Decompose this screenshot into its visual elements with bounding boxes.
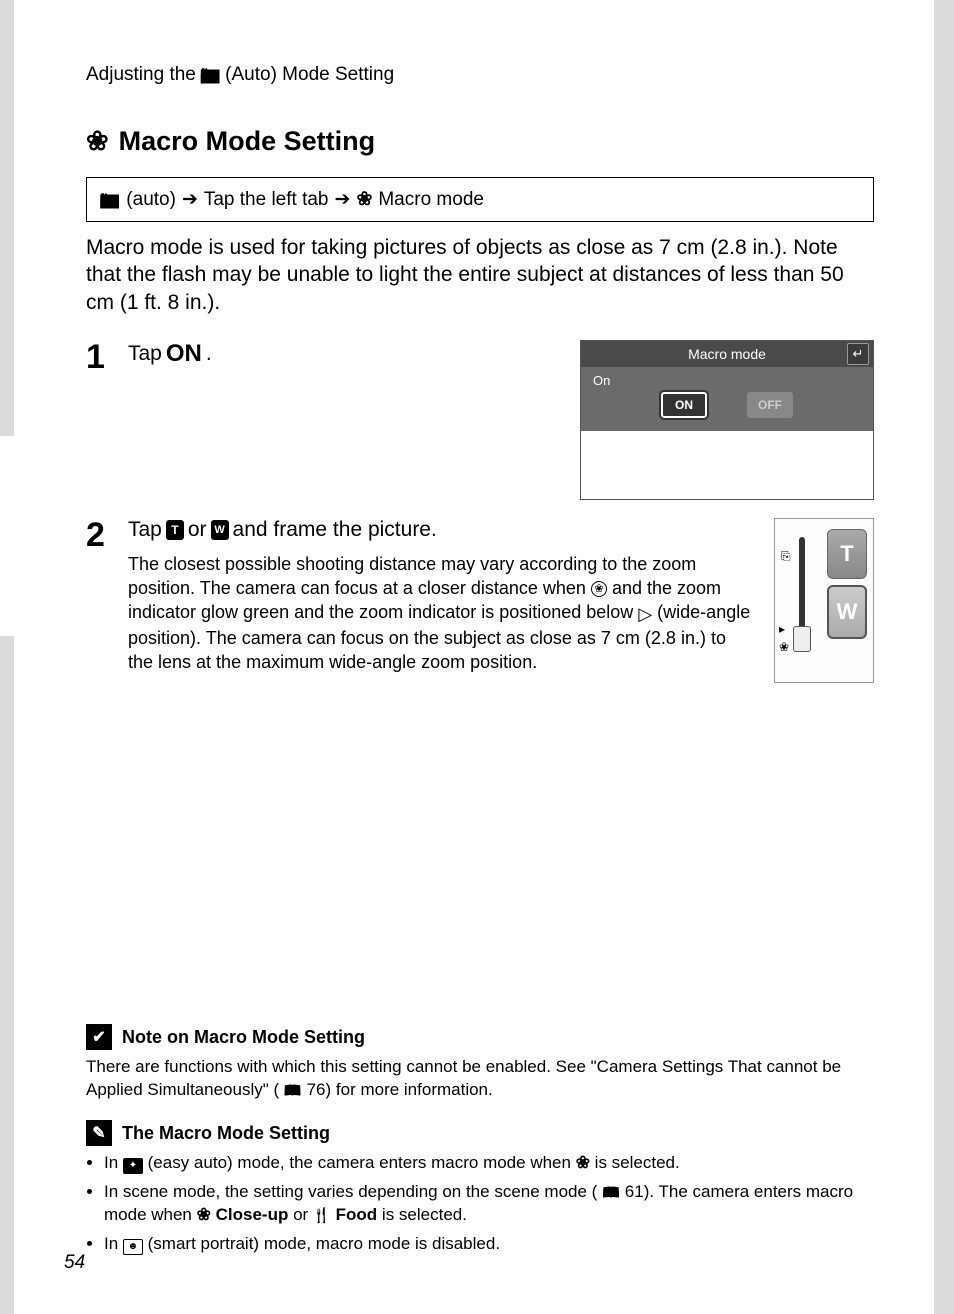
nav-auto: (auto) (126, 189, 176, 211)
li3a: In (104, 1234, 123, 1253)
step2-detail: The closest possible shooting distance m… (128, 552, 754, 675)
li1c: is selected. (595, 1153, 680, 1172)
note2-li1: In ✦ (easy auto) mode, the camera enters… (104, 1152, 874, 1175)
page-number: 54 (64, 1252, 85, 1274)
breadcrumb-prefix: Adjusting the (86, 64, 196, 86)
note1-title: Note on Macro Mode Setting (122, 1027, 365, 1048)
note2-title: The Macro Mode Setting (122, 1123, 330, 1144)
s2-c: and frame the picture. (233, 518, 437, 542)
section-title-text: Macro Mode Setting (119, 126, 376, 157)
note2-li2: In scene mode, the setting varies depend… (104, 1181, 874, 1227)
page-content: Adjusting the (Auto) Mode Setting Macro … (14, 0, 934, 1314)
li2or: or (293, 1205, 313, 1224)
li2close: Close-up (216, 1205, 289, 1224)
li2a: In scene mode, the setting varies depend… (104, 1182, 597, 1201)
note-pencil-icon: ✎ (86, 1120, 112, 1146)
zoom-w-icon: W (211, 520, 229, 540)
breadcrumb: Adjusting the (Auto) Mode Setting (86, 64, 874, 86)
cs-status: On (593, 373, 861, 388)
step-2-number: 2 (86, 518, 110, 683)
nav-macro: Macro mode (378, 189, 484, 211)
camera-icon (99, 189, 120, 211)
step-2: 2 Tap T or W and frame the picture. The … (86, 518, 874, 683)
note1-body: There are functions with which this sett… (86, 1056, 874, 1102)
flower-icon (356, 188, 372, 211)
zoom-marker-top: ⎘ (781, 549, 791, 564)
camera-screen-body: On ON OFF (581, 367, 873, 431)
macro-on-button[interactable]: ON (661, 392, 707, 418)
note2-body: In ✦ (easy auto) mode, the camera enters… (86, 1152, 874, 1256)
camera-screen-header: Macro mode ↵ (581, 341, 873, 367)
zoom-in-t-button[interactable]: T (827, 529, 867, 579)
flower-icon (576, 1152, 590, 1175)
camera-screen: Macro mode ↵ On ON OFF (580, 340, 874, 500)
li2food: Food (336, 1205, 378, 1224)
note1-head: ✔ Note on Macro Mode Setting (86, 1024, 874, 1050)
book-icon (602, 1181, 620, 1204)
n1-ref: 76) for more information. (307, 1080, 493, 1099)
step-1-number: 1 (86, 340, 110, 500)
arrow-icon (335, 188, 351, 211)
back-icon[interactable]: ↵ (847, 343, 869, 365)
s2-b: or (188, 518, 207, 542)
breadcrumb-suffix: (Auto) Mode Setting (225, 64, 394, 86)
section-title: Macro Mode Setting (86, 126, 874, 157)
step1-prefix: Tap (128, 342, 162, 366)
flower-icon (197, 1204, 211, 1227)
nav-tap-left: Tap the left tab (204, 189, 329, 211)
li1b: (easy auto) mode, the camera enters macr… (148, 1153, 576, 1172)
zoom-flower-icon: ❀ (779, 640, 789, 654)
cs-title: Macro mode (688, 346, 766, 362)
note2-li3: In ☻ (smart portrait) mode, macro mode i… (104, 1233, 874, 1256)
zoom-handle[interactable] (793, 626, 811, 652)
li1a: In (104, 1153, 123, 1172)
note-check-icon: ✔ (86, 1024, 112, 1050)
easy-auto-icon: ✦ (123, 1158, 143, 1174)
step1-on-token: ON (166, 340, 202, 368)
smart-portrait-icon: ☻ (123, 1239, 143, 1255)
macro-off-button[interactable]: OFF (747, 392, 793, 418)
focus-flower-icon: ❀ (591, 581, 607, 597)
zoom-widget: ⎘ ▸ ❀ T W (774, 518, 874, 683)
book-icon (284, 1079, 302, 1102)
li3b: (smart portrait) mode, macro mode is dis… (148, 1234, 500, 1253)
notes-section: ✔ Note on Macro Mode Setting There are f… (86, 1024, 874, 1274)
camera-icon (200, 64, 221, 86)
zoom-t-icon: T (166, 520, 184, 540)
note2-head: ✎ The Macro Mode Setting (86, 1120, 874, 1146)
s2-a: Tap (128, 518, 162, 542)
fork-icon (313, 1204, 331, 1227)
intro-text: Macro mode is used for taking pictures o… (86, 234, 874, 316)
flower-icon (86, 126, 109, 157)
arrow-icon (182, 188, 198, 211)
step1-suffix: . (206, 342, 212, 366)
zoom-marker-bottom: ▸ (779, 622, 785, 636)
triangle-icon (638, 602, 652, 626)
navigation-box: (auto) Tap the left tab Macro mode (86, 177, 874, 222)
step-1: 1 Tap ON . Macro mode ↵ On ON OFF (86, 340, 874, 500)
zoom-out-w-button[interactable]: W (827, 585, 867, 639)
li2end: is selected. (382, 1205, 467, 1224)
